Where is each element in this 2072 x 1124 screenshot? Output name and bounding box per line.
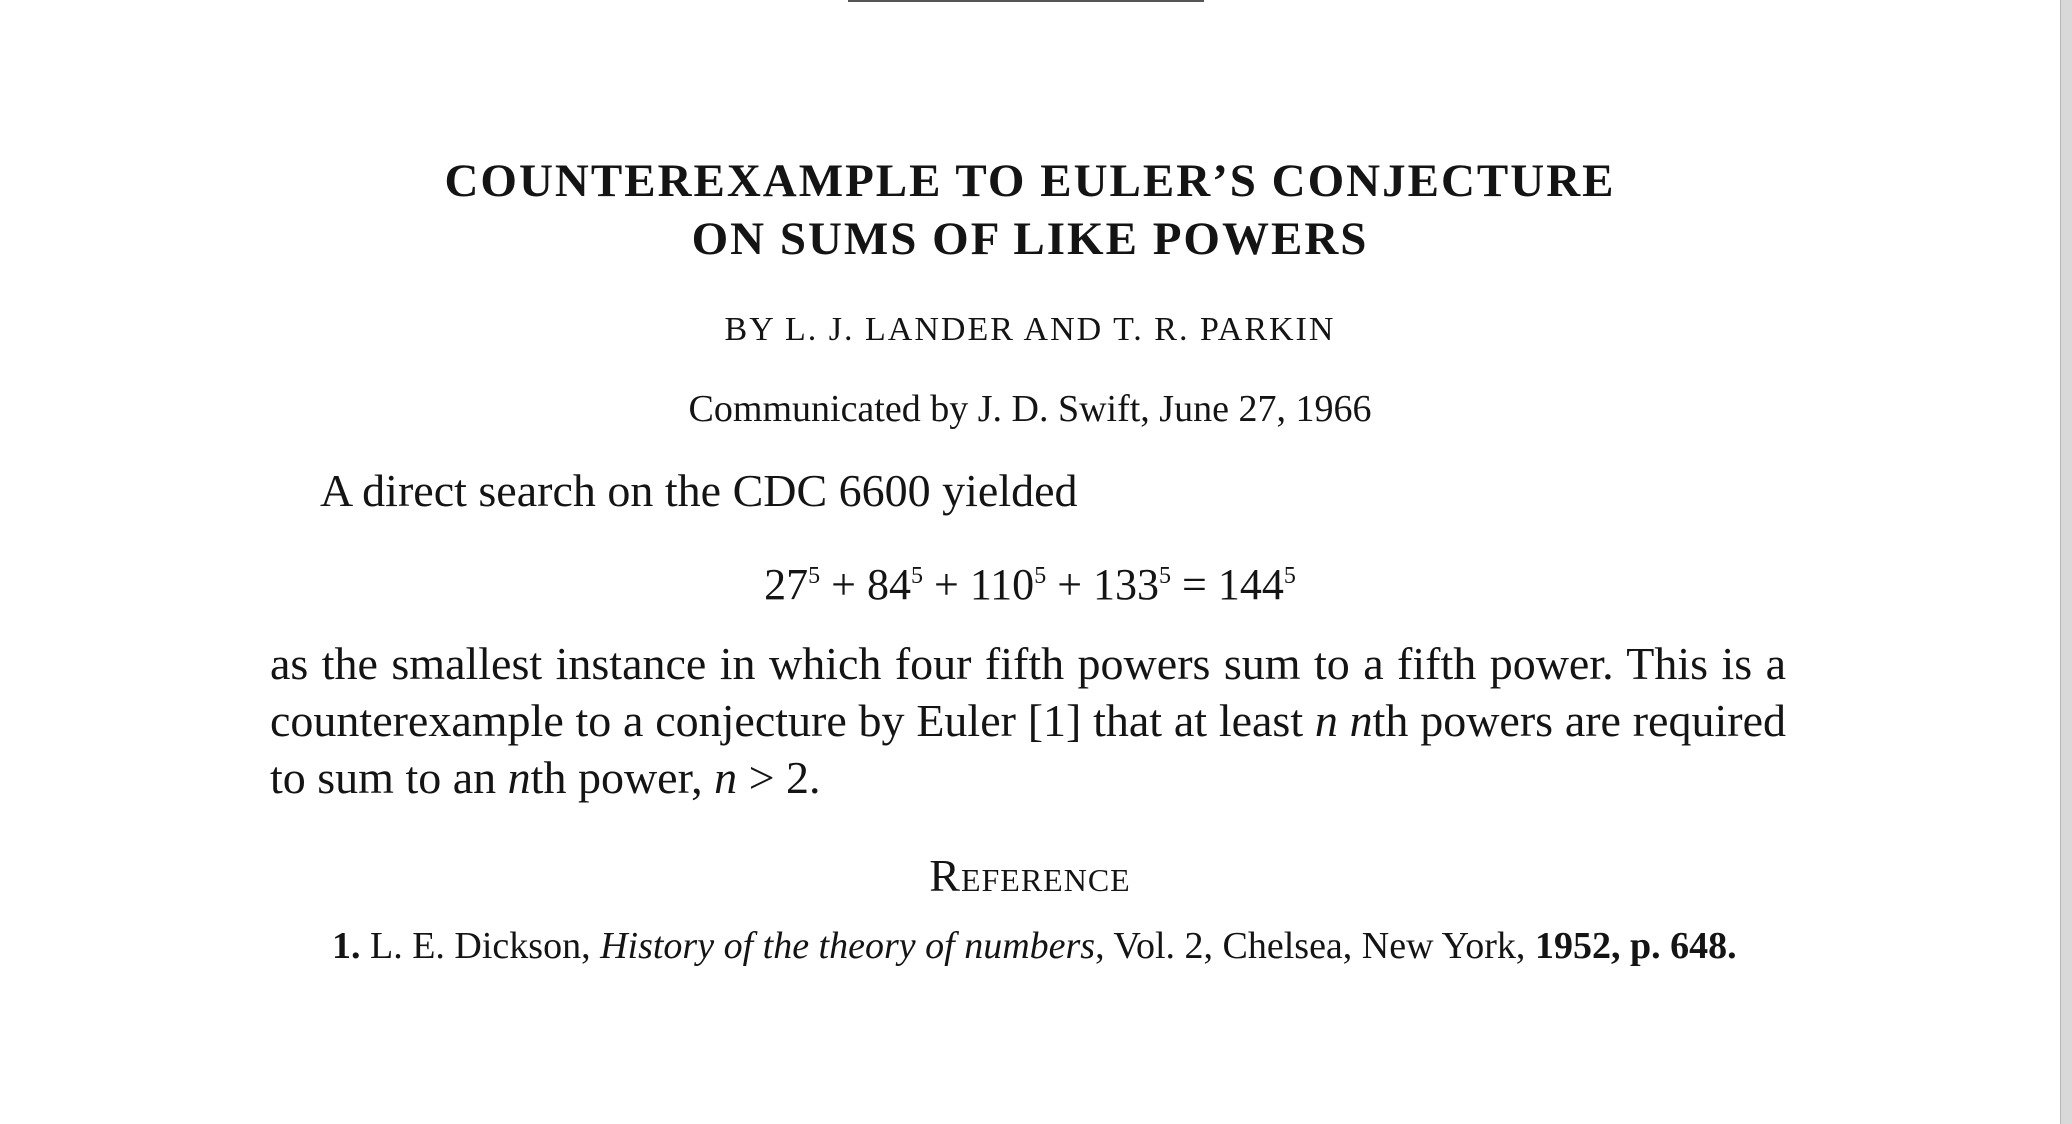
body-paragraph: as the smallest instance in which four f… bbox=[270, 638, 1786, 803]
equation-term-1: 275 bbox=[764, 560, 821, 609]
reference-item: 1. L. E. Dickson, History of the theory … bbox=[332, 925, 1737, 967]
communicated-line: Communicated by J. D. Swift, June 27, 19… bbox=[688, 388, 1372, 430]
reference-number: 1. bbox=[332, 925, 361, 967]
plus-sign: + bbox=[831, 560, 856, 609]
equation-term-4: 1335 bbox=[1093, 560, 1172, 609]
paper-title: COUNTEREXAMPLE TO EULER’S CONJECTURE ON … bbox=[0, 152, 2060, 268]
author-line: BY L. J. LANDER AND T. R. PARKIN bbox=[724, 311, 1336, 348]
title-line-1: COUNTEREXAMPLE TO EULER’S CONJECTURE bbox=[444, 155, 1616, 207]
equation-result: 1445 bbox=[1217, 560, 1296, 609]
plus-sign: + bbox=[933, 560, 959, 609]
top-rule bbox=[848, 0, 1204, 2]
reference-heading: Reference bbox=[929, 850, 1131, 901]
reference-title: History of the theory of numbers bbox=[600, 925, 1096, 967]
equation: 275 + 845 + 1105 + 1335 = 1445 bbox=[0, 548, 2060, 613]
page-edge bbox=[2060, 0, 2072, 1124]
plus-sign: + bbox=[1057, 560, 1083, 609]
equation-term-3: 1105 bbox=[969, 560, 1047, 609]
intro-paragraph: A direct search on the CDC 6600 yielded bbox=[320, 465, 1078, 516]
equals-sign: = bbox=[1182, 560, 1207, 609]
citation-link[interactable]: [1] bbox=[1028, 695, 1082, 746]
title-line-2: ON SUMS OF LIKE POWERS bbox=[691, 213, 1369, 265]
equation-term-2: 845 bbox=[866, 560, 923, 609]
